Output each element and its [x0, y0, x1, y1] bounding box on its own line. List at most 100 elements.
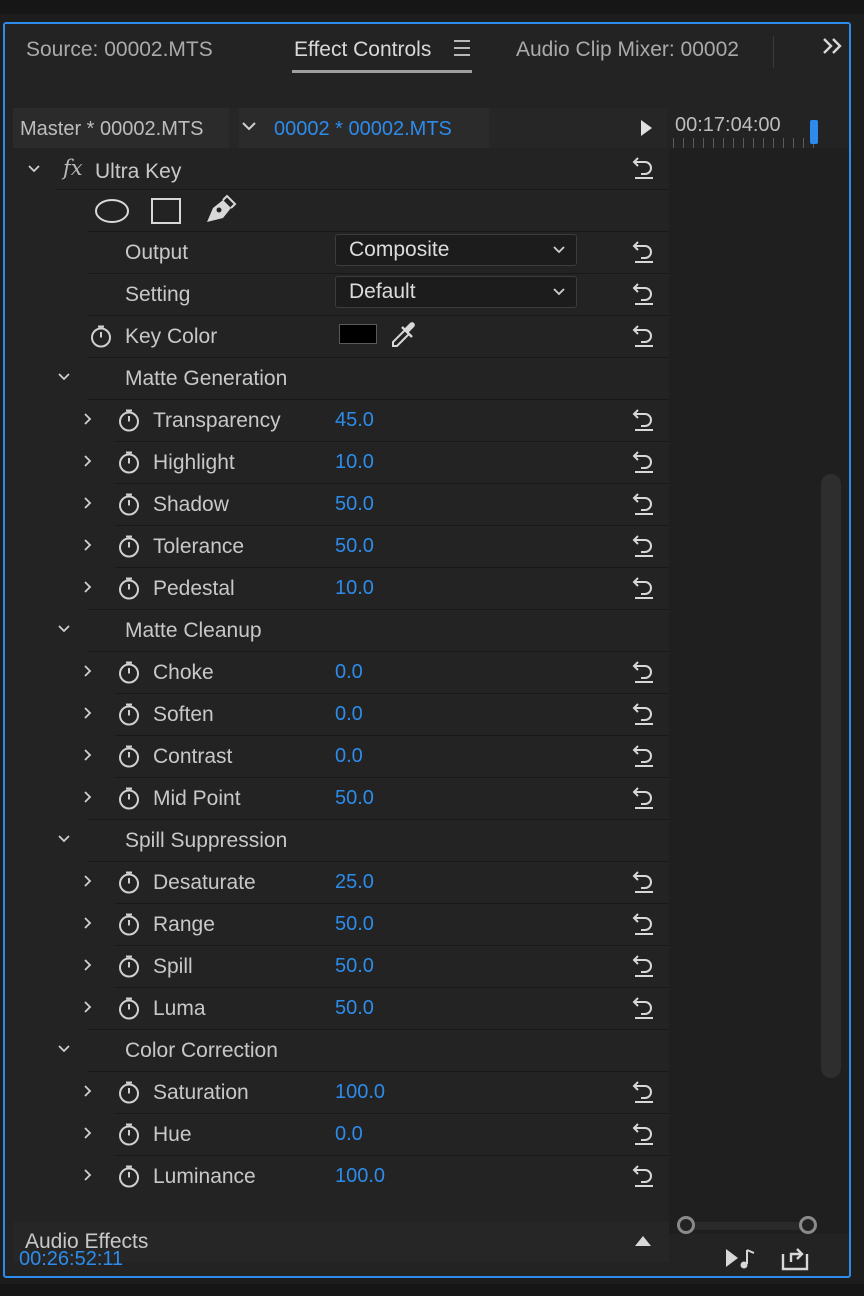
reset-icon[interactable]	[629, 782, 657, 810]
chevron-right-icon[interactable]	[81, 874, 95, 888]
chevron-right-icon[interactable]	[81, 538, 95, 552]
stopwatch-icon[interactable]	[117, 954, 141, 978]
reset-icon[interactable]	[629, 866, 657, 894]
reset-icon[interactable]	[629, 698, 657, 726]
param-value[interactable]: 0.0	[335, 1123, 363, 1146]
chevron-down-icon[interactable]	[57, 1042, 71, 1056]
sequence-clip-label[interactable]: 00002 * 00002.MTS	[274, 118, 452, 141]
play-triangle-icon[interactable]	[641, 120, 652, 136]
stopwatch-icon[interactable]	[117, 408, 141, 432]
rectangle-mask-icon[interactable]	[149, 196, 183, 226]
stopwatch-icon[interactable]	[117, 1122, 141, 1146]
stopwatch-icon[interactable]	[117, 1080, 141, 1104]
group-spill-suppression[interactable]: Spill Suppression	[13, 820, 669, 862]
group-color-correction[interactable]: Color Correction	[13, 1030, 669, 1072]
param-value[interactable]: 10.0	[335, 577, 374, 600]
chevron-right-icon[interactable]	[81, 1084, 95, 1098]
param-value[interactable]: 0.0	[335, 745, 363, 768]
reset-icon[interactable]	[629, 320, 657, 348]
chevron-right-icon[interactable]	[81, 916, 95, 930]
param-value[interactable]: 100.0	[335, 1081, 385, 1104]
group-matte-generation[interactable]: Matte Generation	[13, 358, 669, 400]
chevron-down-icon[interactable]	[57, 622, 71, 636]
param-value[interactable]: 50.0	[335, 535, 374, 558]
reset-icon[interactable]	[629, 656, 657, 684]
reset-icon[interactable]	[629, 1160, 657, 1188]
reset-icon[interactable]	[629, 950, 657, 978]
param-value[interactable]: 100.0	[335, 1165, 385, 1188]
stopwatch-icon[interactable]	[117, 1164, 141, 1188]
collapse-triangle-icon[interactable]	[635, 1236, 651, 1246]
chevron-right-icon[interactable]	[81, 958, 95, 972]
chevron-right-icon[interactable]	[81, 706, 95, 720]
reset-icon[interactable]	[629, 572, 657, 600]
group-matte-cleanup[interactable]: Matte Cleanup	[13, 610, 669, 652]
chevron-down-icon[interactable]	[57, 832, 71, 846]
master-clip-label[interactable]: Master * 00002.MTS	[13, 108, 229, 148]
eyedropper-icon[interactable]	[387, 318, 419, 350]
chevron-right-icon[interactable]	[81, 664, 95, 678]
chevron-right-icon[interactable]	[81, 790, 95, 804]
reset-icon[interactable]	[629, 404, 657, 432]
param-value[interactable]: 0.0	[335, 661, 363, 684]
chevron-down-icon[interactable]	[27, 162, 41, 176]
export-icon[interactable]	[779, 1244, 811, 1272]
param-value[interactable]: 50.0	[335, 787, 374, 810]
param-value[interactable]: 50.0	[335, 913, 374, 936]
panel-menu-icon[interactable]	[454, 40, 472, 58]
param-value[interactable]: 50.0	[335, 955, 374, 978]
reset-icon[interactable]	[629, 1076, 657, 1104]
reset-icon[interactable]	[629, 236, 657, 264]
reset-icon[interactable]	[629, 908, 657, 936]
chevron-right-icon[interactable]	[81, 412, 95, 426]
reset-icon[interactable]	[629, 278, 657, 306]
fx-icon[interactable]: fx	[63, 156, 83, 180]
chevron-right-icon[interactable]	[81, 454, 95, 468]
vertical-scrollbar-thumb[interactable]	[821, 474, 841, 1078]
tab-audio-clip-mixer[interactable]: Audio Clip Mixer: 00002	[516, 38, 739, 62]
param-value[interactable]: 10.0	[335, 451, 374, 474]
zoom-handle-left[interactable]	[677, 1216, 695, 1234]
stopwatch-icon[interactable]	[117, 534, 141, 558]
stopwatch-icon[interactable]	[117, 492, 141, 516]
param-value[interactable]: 45.0	[335, 409, 374, 432]
chevron-down-icon[interactable]	[57, 370, 71, 384]
playhead[interactable]	[810, 120, 818, 144]
stopwatch-icon[interactable]	[117, 870, 141, 894]
chevron-right-icon[interactable]	[81, 1126, 95, 1140]
reset-icon[interactable]	[629, 530, 657, 558]
stopwatch-icon[interactable]	[117, 660, 141, 684]
stopwatch-icon[interactable]	[117, 744, 141, 768]
setting-dropdown[interactable]: Default	[335, 276, 577, 308]
reset-icon[interactable]	[629, 992, 657, 1020]
output-dropdown[interactable]: Composite	[335, 234, 577, 266]
reset-icon[interactable]	[629, 152, 657, 180]
zoom-track[interactable]	[685, 1222, 809, 1230]
stopwatch-icon[interactable]	[117, 786, 141, 810]
timeline-zoom-scroller[interactable]	[677, 1214, 817, 1238]
stopwatch-icon[interactable]	[117, 450, 141, 474]
stopwatch-icon[interactable]	[117, 576, 141, 600]
reset-icon[interactable]	[629, 740, 657, 768]
stopwatch-icon[interactable]	[117, 996, 141, 1020]
play-audio-icon[interactable]	[723, 1244, 759, 1272]
param-value[interactable]: 50.0	[335, 997, 374, 1020]
stopwatch-icon[interactable]	[117, 912, 141, 936]
reset-icon[interactable]	[629, 488, 657, 516]
ellipse-mask-icon[interactable]	[93, 196, 131, 226]
overflow-chevron-icon[interactable]	[821, 36, 845, 62]
chevron-right-icon[interactable]	[81, 580, 95, 594]
reset-icon[interactable]	[629, 1118, 657, 1146]
pen-mask-icon[interactable]	[203, 194, 237, 226]
param-value[interactable]: 50.0	[335, 493, 374, 516]
key-color-swatch[interactable]	[339, 324, 377, 344]
param-value[interactable]: 0.0	[335, 703, 363, 726]
stopwatch-icon[interactable]	[89, 324, 113, 348]
effect-header-ultra-key[interactable]: fx Ultra Key	[13, 148, 669, 190]
current-timecode[interactable]: 00:26:52:11	[19, 1248, 123, 1271]
chevron-right-icon[interactable]	[81, 496, 95, 510]
tab-effect-controls[interactable]: Effect Controls	[294, 38, 431, 62]
param-value[interactable]: 25.0	[335, 871, 374, 894]
chevron-right-icon[interactable]	[81, 1000, 95, 1014]
chevron-right-icon[interactable]	[81, 748, 95, 762]
